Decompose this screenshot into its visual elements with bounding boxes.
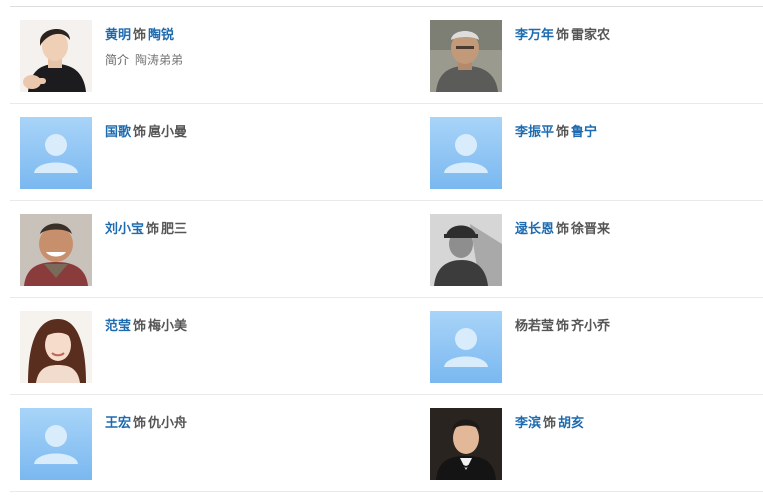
cast-row: 刘小宝饰肥三 逯长恩饰徐晋来 — [0, 201, 763, 298]
cast-item: 刘小宝饰肥三 — [20, 201, 350, 297]
actor-name-link[interactable]: 刘小宝 — [105, 222, 144, 237]
actor-name-link[interactable]: 逯长恩 — [515, 222, 554, 237]
role-name-link[interactable]: 鲁宁 — [571, 125, 597, 140]
role-name: 肥三 — [161, 222, 188, 237]
actor-name-link[interactable]: 黄明 — [105, 28, 131, 43]
role-name: 徐晋来 — [571, 222, 611, 237]
actor-name-link[interactable]: 李滨 — [515, 416, 541, 431]
cast-item: 李万年饰雷家农 — [430, 7, 760, 103]
actor-name-link[interactable]: 李振平 — [515, 125, 554, 140]
avatar-placeholder[interactable] — [430, 311, 502, 383]
as-label: 饰 — [133, 125, 147, 140]
as-label: 饰 — [556, 319, 570, 334]
actor-name-link[interactable]: 范莹 — [105, 319, 131, 334]
cast-name-line: 国歌饰扈小曼 — [105, 122, 345, 144]
cast-list: 黄明饰陶锐 简介 陶涛弟弟 李万年 饰 雷家农 国歌 饰 扈小曼 李振平 饰 鲁… — [0, 7, 763, 492]
cast-name-line: 刘小宝饰肥三 — [105, 219, 345, 241]
cast-item: 国歌饰扈小曼 — [20, 104, 350, 200]
actor-photo[interactable] — [20, 20, 92, 92]
as-label: 饰 — [146, 222, 160, 237]
cast-item: 杨若莹饰齐小乔 — [430, 298, 760, 394]
actor-photo[interactable] — [20, 214, 92, 286]
as-label: 饰 — [556, 125, 570, 140]
role-name: 扈小曼 — [148, 125, 188, 140]
cast-name-line: 李万年饰雷家农 — [515, 25, 755, 47]
cast-name-line: 逯长恩饰徐晋来 — [515, 219, 755, 241]
cast-row: 范莹饰梅小美 杨若莹饰齐小乔 — [0, 298, 763, 395]
actor-photo[interactable] — [20, 311, 92, 383]
role-name: 齐小乔 — [571, 319, 611, 334]
cast-row: 黄明饰陶锐 简介 陶涛弟弟 李万年 饰 雷家农 — [0, 7, 763, 104]
cast-name-line: 杨若莹饰齐小乔 — [515, 316, 755, 338]
cast-item: 李振平饰鲁宁 — [430, 104, 760, 200]
cast-row: 王宏饰仇小舟 李滨饰胡亥 — [0, 395, 763, 492]
actor-name-link[interactable]: 李万年 — [515, 28, 554, 43]
cast-name-line: 李振平饰鲁宁 — [515, 122, 755, 144]
cast-item: 王宏饰仇小舟 — [20, 395, 350, 491]
as-label: 饰 — [133, 416, 147, 431]
as-label: 饰 — [133, 28, 147, 43]
actor-photo[interactable] — [430, 20, 502, 92]
as-label: 饰 — [543, 416, 557, 431]
cast-name-line: 黄明饰陶锐 — [105, 25, 345, 47]
role-name: 仇小舟 — [148, 416, 188, 431]
role-intro: 简介 陶涛弟弟 — [105, 51, 345, 69]
intro-value: 陶涛弟弟 — [135, 53, 184, 67]
cast-item: 李滨饰胡亥 — [430, 395, 760, 491]
as-label: 饰 — [133, 319, 147, 334]
actor-name-link[interactable]: 国歌 — [105, 125, 131, 140]
actor-photo[interactable] — [430, 214, 502, 286]
as-label: 饰 — [556, 28, 570, 43]
cast-name-line: 范莹饰梅小美 — [105, 316, 345, 338]
cast-name-line: 李滨饰胡亥 — [515, 413, 755, 435]
cast-row: 国歌饰扈小曼 李振平饰鲁宁 — [0, 104, 763, 201]
actor-name: 杨若莹 — [515, 319, 555, 334]
intro-label: 简介 — [105, 53, 130, 67]
role-name: 雷家农 — [571, 28, 611, 43]
cast-item: 范莹饰梅小美 — [20, 298, 350, 394]
cast-item: 逯长恩饰徐晋来 — [430, 201, 760, 297]
avatar-placeholder[interactable] — [430, 117, 502, 189]
avatar-placeholder[interactable] — [20, 408, 92, 480]
role-name: 梅小美 — [148, 319, 188, 334]
cast-item: 黄明饰陶锐 简介 陶涛弟弟 — [20, 7, 350, 103]
actor-photo[interactable] — [430, 408, 502, 480]
as-label: 饰 — [556, 222, 570, 237]
actor-name-link[interactable]: 王宏 — [105, 416, 131, 431]
role-name-link[interactable]: 胡亥 — [558, 416, 584, 431]
cast-name-line: 王宏饰仇小舟 — [105, 413, 345, 435]
row-divider — [10, 491, 763, 492]
avatar-placeholder[interactable] — [20, 117, 92, 189]
role-name-link[interactable]: 陶锐 — [148, 28, 174, 43]
